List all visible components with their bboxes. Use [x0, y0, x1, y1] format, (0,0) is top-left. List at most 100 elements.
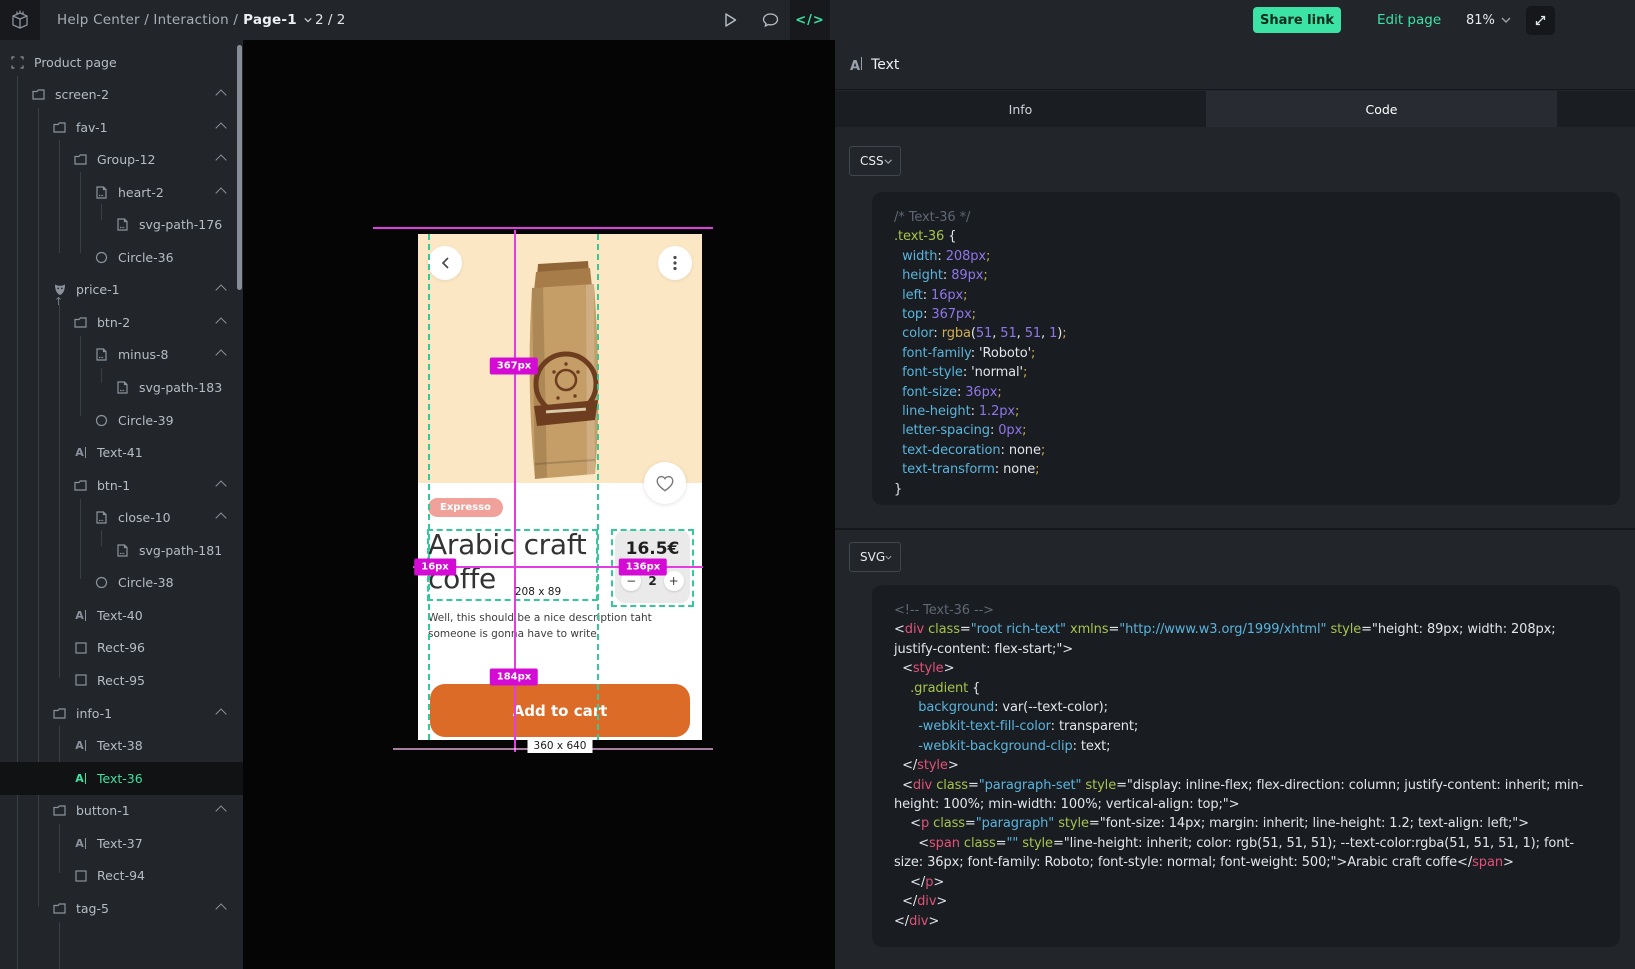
layer-row-btn-2[interactable]: btn-2 — [0, 306, 243, 339]
inspector-title: Text — [871, 57, 899, 73]
layer-row-fav-1[interactable]: fav-1 — [0, 111, 243, 144]
layer-row-svg-path-181[interactable]: svg-path-181 — [0, 534, 243, 567]
code-line: font-family: 'Roboto'; — [894, 344, 1598, 363]
layer-row-minus-8[interactable]: minus-8 — [0, 338, 243, 371]
layer-row-circle-39[interactable]: Circle-39 — [0, 404, 243, 437]
design-canvas[interactable]: Expresso Arabic craft coffe 16.5€ − 2 + … — [243, 40, 835, 969]
chevron-up-icon[interactable] — [215, 154, 226, 165]
code-line: </div> — [894, 912, 1598, 931]
layer-label: Text-41 — [97, 445, 143, 460]
chevron-up-icon[interactable] — [215, 480, 226, 491]
folder-icon — [31, 87, 46, 102]
layer-row-close-10[interactable]: close-10 — [0, 501, 243, 534]
layer-label: Rect-95 — [97, 673, 145, 688]
layer-row-info-1[interactable]: info-1 — [0, 697, 243, 730]
chevron-up-icon[interactable] — [215, 350, 226, 361]
chevron-up-icon[interactable] — [215, 805, 226, 816]
chevron-up-icon[interactable] — [215, 89, 226, 100]
share-link-button[interactable]: Share link — [1253, 7, 1341, 33]
folder-icon — [73, 478, 88, 493]
chevron-up-icon[interactable] — [215, 903, 226, 914]
layer-row-text-36[interactable]: AText-36 — [0, 762, 243, 795]
layer-label: Circle-39 — [118, 413, 174, 428]
sidebar-scrollbar[interactable] — [237, 45, 242, 290]
section-divider — [835, 528, 1635, 530]
layer-row-svg-path-176[interactable]: svg-path-176 — [0, 208, 243, 241]
more-options-button[interactable] — [658, 246, 692, 280]
layer-row-text-41[interactable]: AText-41 — [0, 436, 243, 469]
layer-row-screen-2[interactable]: screen-2 — [0, 78, 243, 111]
layer-label: Rect-96 — [97, 640, 145, 655]
code-line: -webkit-text-fill-color: transparent; — [894, 717, 1598, 736]
back-button[interactable] — [428, 246, 462, 280]
code-line: <style> — [894, 659, 1598, 678]
breadcrumb[interactable]: Help Center / Interaction / Page-1 — [57, 0, 312, 40]
svg-format-select[interactable]: SVG — [849, 542, 901, 572]
measure-line-top — [373, 227, 713, 229]
code-line: -webkit-background-clip: text; — [894, 737, 1598, 756]
svg-file-icon — [115, 217, 130, 232]
comment-button[interactable] — [750, 0, 790, 40]
code-line: font-style: 'normal'; — [894, 363, 1598, 382]
layer-row-button-1[interactable]: button-1 — [0, 794, 243, 827]
layer-label: Text-38 — [97, 738, 143, 753]
code-icon: </> — [795, 13, 825, 28]
layer-row-tag-5[interactable]: tag-5 — [0, 892, 243, 925]
css-format-select[interactable]: CSS — [849, 146, 901, 176]
tab-info[interactable]: Info — [835, 91, 1206, 127]
chevron-up-icon[interactable] — [215, 187, 226, 198]
add-to-cart-button[interactable]: Add to cart — [430, 684, 690, 737]
play-button[interactable] — [710, 0, 750, 40]
layer-row-product page[interactable]: Product page — [0, 46, 243, 79]
chevron-up-icon[interactable] — [215, 285, 226, 296]
chevron-up-icon[interactable] — [215, 708, 226, 719]
page-indicator: 2 / 2 — [315, 0, 345, 40]
layer-row-circle-38[interactable]: Circle-38 — [0, 566, 243, 599]
layer-row-rect-96[interactable]: Rect-96 — [0, 631, 243, 664]
text-icon: A — [73, 771, 88, 786]
layer-label: Rect-94 — [97, 868, 145, 883]
tab-code[interactable]: Code — [1206, 91, 1557, 127]
layer-row-price-1[interactable]: price-1 — [0, 273, 243, 306]
chevron-up-icon[interactable] — [215, 513, 226, 524]
comment-icon — [762, 12, 779, 28]
product-page-mockup: Expresso Arabic craft coffe 16.5€ − 2 + … — [418, 234, 702, 740]
layer-row-heart-2[interactable]: heart-2 — [0, 176, 243, 209]
text-icon: A — [73, 836, 88, 851]
chevron-up-icon[interactable] — [215, 317, 226, 328]
product-image-section — [418, 234, 702, 483]
back-chevron-icon — [440, 256, 450, 270]
css-code-block[interactable]: /* Text-36 */.text-36 { width: 208px; he… — [872, 192, 1620, 505]
edit-page-link[interactable]: Edit page — [1377, 0, 1441, 40]
fullscreen-button[interactable] — [1526, 6, 1555, 35]
app-logo-icon — [9, 9, 31, 31]
code-view-button[interactable]: </> — [790, 0, 830, 40]
code-line: font-size: 36px; — [894, 383, 1598, 402]
layers-panel: Product pagescreen-2fav-1 Group-12 heart-2… — [0, 40, 243, 969]
layer-row-rect-94[interactable]: Rect-94 — [0, 859, 243, 892]
layer-row-text-40[interactable]: AText-40 — [0, 599, 243, 632]
layer-label: minus-8 — [118, 347, 168, 362]
layer-row-svg-path-183[interactable]: svg-path-183 — [0, 371, 243, 404]
code-line: /* Text-36 */ — [894, 208, 1598, 227]
layer-label: Group-12 — [97, 152, 155, 167]
kebab-menu-icon — [673, 255, 677, 271]
layer-row-btn-1[interactable]: btn-1 — [0, 469, 243, 502]
layer-row-text-37[interactable]: AText-37 — [0, 827, 243, 860]
heart-icon — [654, 473, 676, 493]
favorite-button[interactable] — [644, 462, 686, 504]
layer-label: svg-path-176 — [139, 217, 222, 232]
zoom-control[interactable]: 81% — [1466, 0, 1511, 40]
css-select-value: CSS — [860, 154, 884, 168]
layer-row-rect-95[interactable]: Rect-95 — [0, 664, 243, 697]
svg-file-icon — [115, 380, 130, 395]
app-logo[interactable] — [0, 0, 40, 40]
inspector-tabbar: Info Code — [835, 91, 1635, 127]
layer-row-circle-36[interactable]: Circle-36 — [0, 241, 243, 274]
chevron-up-icon[interactable] — [215, 122, 226, 133]
svg-code-block[interactable]: <!-- Text-36 --><div class="root rich-te… — [872, 585, 1620, 947]
layer-row-text-38[interactable]: AText-38 — [0, 729, 243, 762]
screen-size-label: 360 x 640 — [528, 739, 593, 753]
breadcrumb-current-page: Page-1 — [243, 12, 297, 28]
layer-row-group-12[interactable]: Group-12 — [0, 143, 243, 176]
